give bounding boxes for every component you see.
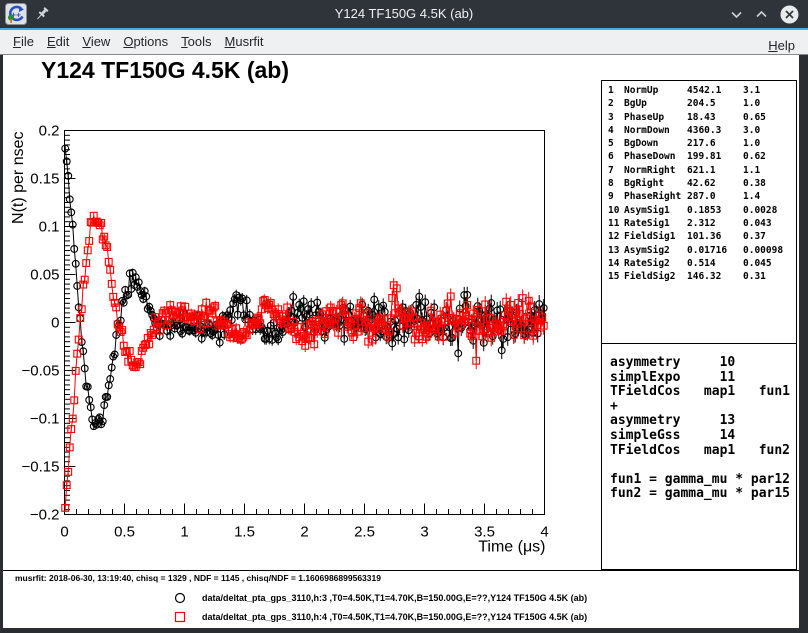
minimize-button[interactable] <box>727 5 746 24</box>
theory-line: TFieldCos map1 fun2 <box>610 444 796 459</box>
legend-entry-histo3: data/deltat_pta_gps_3110,h:3 ,T0=4.50K,T… <box>202 593 587 603</box>
svg-text:1.5: 1.5 <box>234 524 255 541</box>
svg-text:0.15: 0.15 <box>30 171 59 188</box>
theory-line: fun1 = gamma_mu * par12 <box>610 473 796 488</box>
series-histo-4 <box>62 212 547 511</box>
menubar: File Edit View Options Tools Musrfit Help <box>0 30 808 55</box>
menu-help[interactable]: Help <box>768 38 795 53</box>
param-row-PhaseRight: 9PhaseRight287.01.4 <box>608 190 796 203</box>
root-canvas: 00.511.522.533.540.20.150.10.050−0.05−0.… <box>3 55 799 628</box>
theory-line <box>610 458 796 473</box>
fit-status-line: musrfit: 2018-06-30, 13:19:40, chisq = 1… <box>15 573 381 583</box>
legend-entry-histo4: data/deltat_pta_gps_3110,h:4 ,T0=4.50K,T… <box>202 612 587 622</box>
menu-tools[interactable]: Tools <box>181 34 211 49</box>
fit-parameter-table: 1NormUp4542.13.12BgUp204.51.03PhaseUp18.… <box>601 80 797 344</box>
legend-marker-circle <box>176 594 185 603</box>
svg-text:0.2: 0.2 <box>39 123 60 140</box>
svg-text:−0.1: −0.1 <box>30 411 60 428</box>
param-row-FieldSig2: 15FieldSig2146.320.31 <box>608 270 796 283</box>
svg-text:−0.05: −0.05 <box>22 363 60 380</box>
theory-line: TFieldCos map1 fun1 <box>610 385 796 400</box>
titlebar[interactable]: ++ Y124 TF150G 4.5K (ab) <box>0 0 808 28</box>
y-axis-title: N(t) per nsec <box>10 132 27 224</box>
maximize-button[interactable] <box>752 5 771 24</box>
menu-musrfit[interactable]: Musrfit <box>225 34 264 49</box>
svg-text:−0.15: −0.15 <box>22 459 60 476</box>
param-row-RateSig1: 11RateSig12.3120.043 <box>608 217 796 230</box>
param-row-FieldSig1: 12FieldSig1101.360.37 <box>608 230 796 243</box>
param-row-AsymSig2: 13AsymSig20.017160.00098 <box>608 244 796 257</box>
param-row-RateSig2: 14RateSig20.5140.045 <box>608 257 796 270</box>
window-title: Y124 TF150G 4.5K (ab) <box>0 6 808 21</box>
svg-text:0.5: 0.5 <box>114 524 135 541</box>
svg-text:0.05: 0.05 <box>30 267 59 284</box>
svg-text:2: 2 <box>300 524 308 541</box>
param-row-NormDown: 4NormDown4360.33.0 <box>608 124 796 137</box>
param-row-PhaseUp: 3PhaseUp18.430.65 <box>608 111 796 124</box>
param-row-PhaseDown: 6PhaseDown199.810.62 <box>608 150 796 163</box>
param-row-BgRight: 8BgRight42.620.38 <box>608 177 796 190</box>
svg-text:1: 1 <box>180 524 188 541</box>
svg-text:3: 3 <box>420 524 428 541</box>
theory-line: simpleGss 14 <box>610 429 796 444</box>
menu-options[interactable]: Options <box>123 34 168 49</box>
svg-text:0: 0 <box>60 524 68 541</box>
param-row-BgDown: 5BgDown217.61.0 <box>608 137 796 150</box>
theory-line: simplExpo 11 <box>610 371 796 386</box>
svg-text:−0.2: −0.2 <box>30 507 60 524</box>
series-histo-3 <box>62 145 547 430</box>
param-row-AsymSig1: 10AsymSig10.18530.0028 <box>608 204 796 217</box>
svg-text:0: 0 <box>51 315 59 332</box>
menu-view[interactable]: View <box>82 34 110 49</box>
close-button[interactable] <box>780 5 799 24</box>
theory-line: fun2 = gamma_mu * par15 <box>610 487 796 502</box>
param-row-BgUp: 2BgUp204.51.0 <box>608 97 796 110</box>
x-axis-title: Time (μs) <box>478 539 545 556</box>
plot-title: Y124 TF150G 4.5K (ab) <box>41 57 289 84</box>
theory-block: asymmetry 10simplExpo 11TFieldCos map1 f… <box>601 343 797 570</box>
param-row-NormRight: 7NormRight621.11.1 <box>608 164 796 177</box>
app-window: ++ Y124 TF150G 4.5K (ab) File Edit View Opt… <box>0 0 808 633</box>
param-row-NormUp: 1NormUp4542.13.1 <box>608 84 796 97</box>
theory-line: asymmetry 13 <box>610 414 796 429</box>
legend-marker-square <box>176 613 185 622</box>
theory-line: asymmetry 10 <box>610 356 796 371</box>
menu-file[interactable]: File <box>13 34 34 49</box>
menu-edit[interactable]: Edit <box>47 34 69 49</box>
footer-divider <box>3 570 799 571</box>
svg-text:2.5: 2.5 <box>354 524 375 541</box>
theory-line: + <box>610 400 796 415</box>
svg-text:0.1: 0.1 <box>39 219 60 236</box>
